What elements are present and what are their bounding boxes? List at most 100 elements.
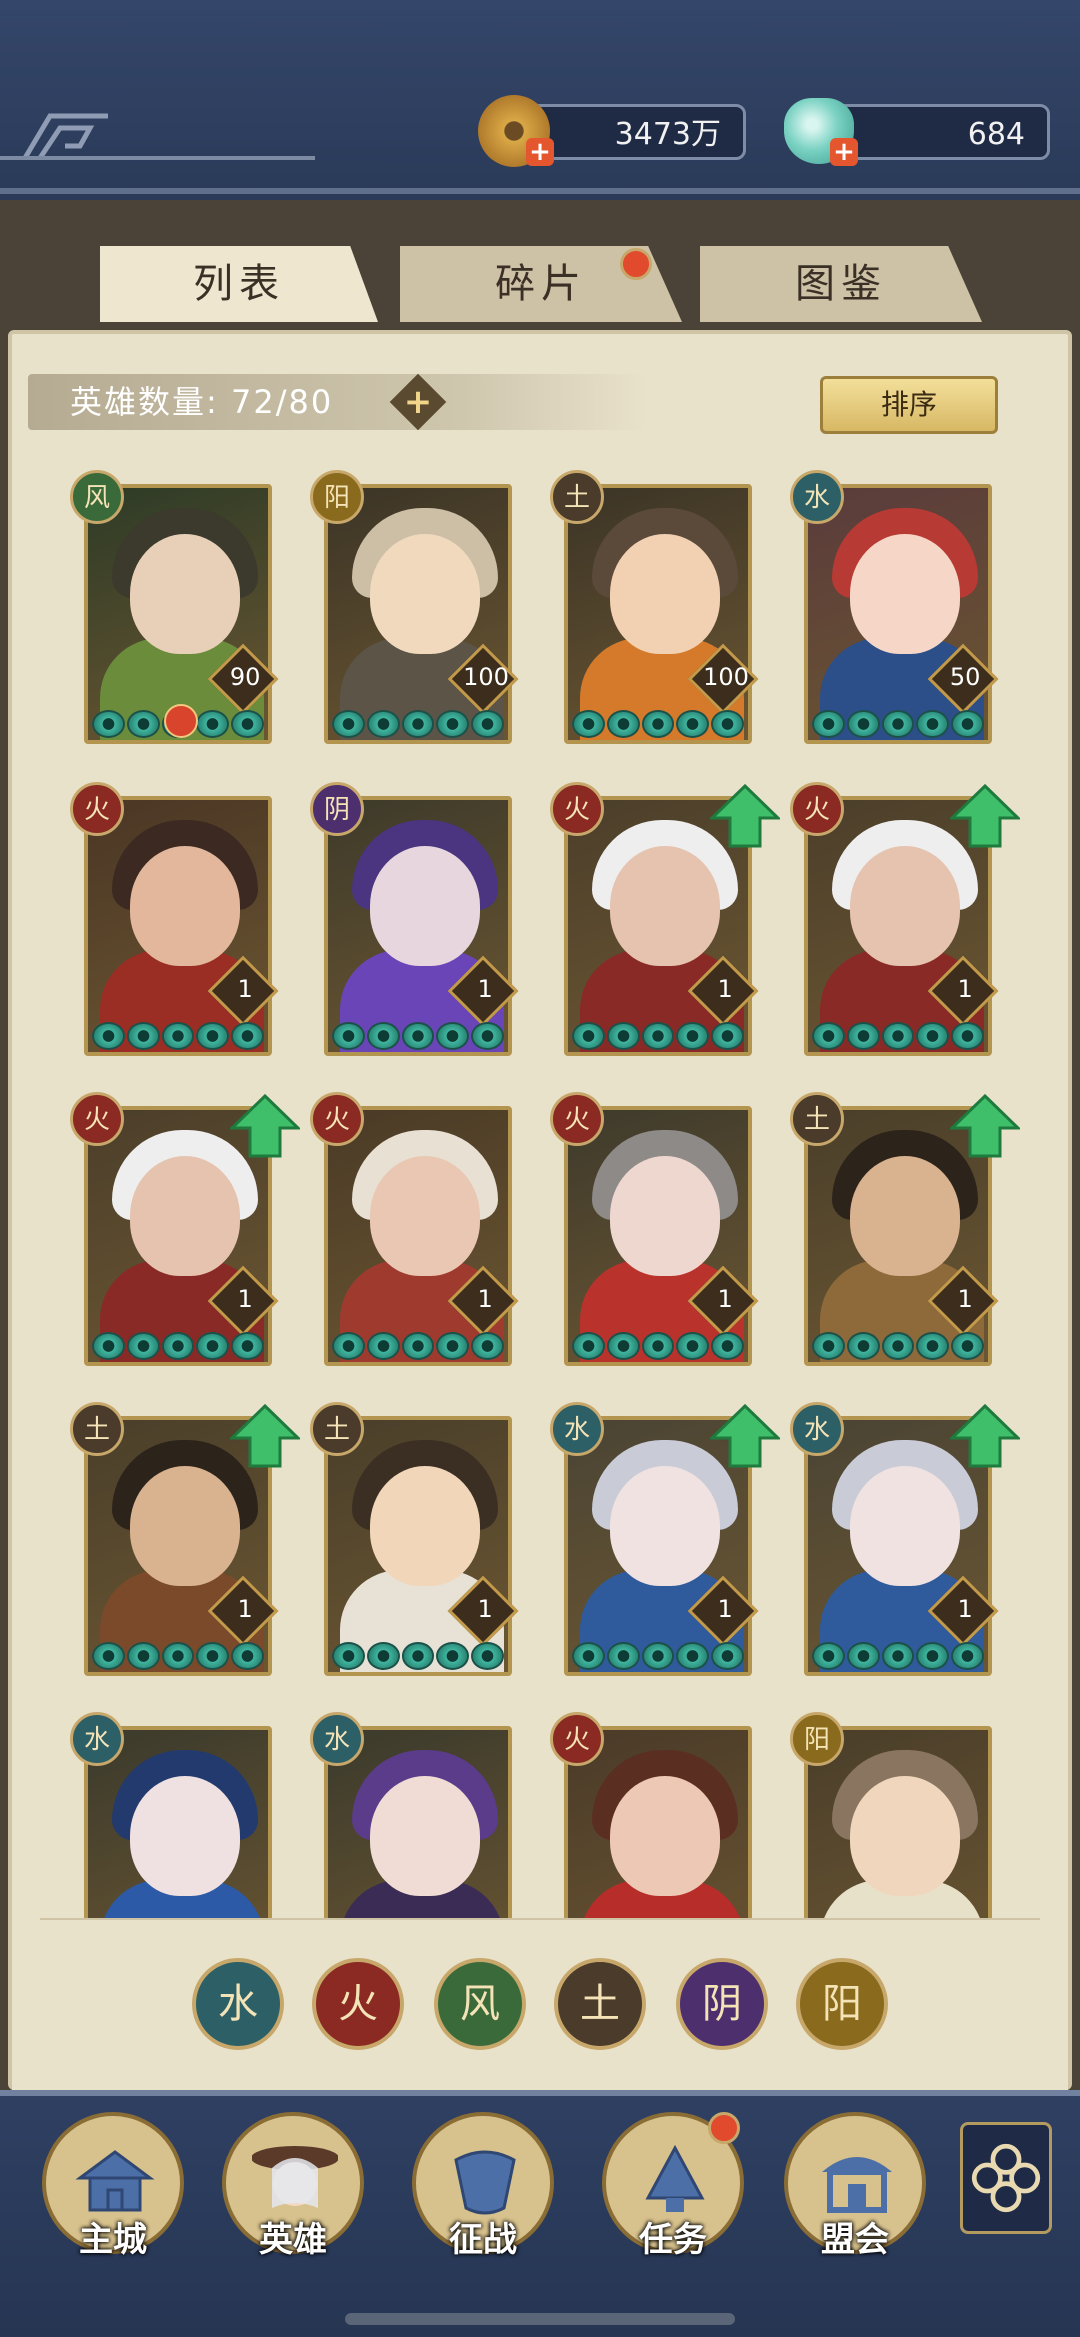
- jade-star-icon: [92, 1332, 125, 1360]
- element-badge: 火: [70, 782, 124, 836]
- upgrade-arrow-icon: [950, 1094, 1020, 1158]
- hero-face: [610, 534, 720, 654]
- tab-codex[interactable]: 图鉴: [700, 246, 982, 322]
- hero-card[interactable]: 水1: [550, 1402, 780, 1682]
- hero-face: [610, 1156, 720, 1276]
- upgrade-arrow-icon: [230, 1094, 300, 1158]
- element-badge: 水: [550, 1402, 604, 1456]
- hero-card[interactable]: 水1: [790, 1402, 1020, 1682]
- hero-card[interactable]: 火1: [550, 782, 780, 1062]
- jade-star-icon: [196, 1022, 230, 1050]
- jade-star-icon: [641, 1022, 675, 1050]
- hero-card[interactable]: 火1: [310, 1092, 519, 1372]
- jade-star-icon: [572, 1642, 605, 1670]
- filter-fire-element[interactable]: 火: [312, 1958, 404, 2050]
- jade-star-icon: [92, 710, 125, 738]
- hero-card[interactable]: 火1: [70, 782, 279, 1062]
- jade-star-icon: [711, 1332, 744, 1360]
- jade-star-icon: [812, 1642, 845, 1670]
- expand-capacity-button[interactable]: +: [389, 373, 447, 431]
- element-badge: 水: [310, 1712, 364, 1766]
- hero-face: [850, 1156, 960, 1276]
- hero-card[interactable]: 火1: [70, 1092, 300, 1372]
- hero-card[interactable]: 阴1: [310, 782, 519, 1062]
- add-coins-button[interactable]: +: [526, 138, 554, 166]
- hero-card[interactable]: 火1: [790, 782, 1020, 1062]
- element-badge: 阳: [310, 470, 364, 524]
- jade-star-icon: [332, 1642, 365, 1670]
- filter-yin-element[interactable]: 阴: [676, 1958, 768, 2050]
- hero-face: [850, 534, 960, 654]
- jade-star-icon: [92, 1022, 125, 1050]
- jade-star-icon: [231, 1022, 264, 1050]
- hero-card[interactable]: 火1: [550, 1092, 759, 1372]
- jade-star-icon: [951, 710, 984, 738]
- element-badge: 土: [70, 1402, 124, 1456]
- hero-face: [850, 1466, 960, 1586]
- jade-star-icon: [436, 1642, 470, 1670]
- jade-star-icon: [676, 710, 710, 738]
- jade-star-icon: [401, 710, 435, 738]
- element-badge: 阳: [790, 1712, 844, 1766]
- more-menu-button[interactable]: [960, 2122, 1052, 2234]
- hero-face: [370, 534, 480, 654]
- jade-star-icon: [951, 1642, 984, 1670]
- filter-water-element[interactable]: 水: [192, 1958, 284, 2050]
- equipped-seal-icon: [164, 704, 198, 738]
- filter-earth-element[interactable]: 土: [554, 1958, 646, 2050]
- jade-star-icon: [606, 1642, 640, 1670]
- jade-star-icon: [436, 1022, 470, 1050]
- hero-face: [610, 1776, 720, 1896]
- jade-star-icon: [436, 1332, 470, 1360]
- hero-card[interactable]: 土1: [310, 1402, 519, 1682]
- star-rank: [572, 710, 744, 740]
- hero-card[interactable]: 土1: [70, 1402, 300, 1682]
- jade-star-icon: [196, 710, 230, 738]
- jade-star-icon: [126, 710, 160, 738]
- star-rank: [332, 1642, 504, 1672]
- hero-card[interactable]: 土1: [790, 1092, 1020, 1372]
- star-rank: [572, 1332, 744, 1362]
- star-rank: [332, 1332, 504, 1362]
- hero-card[interactable]: 土 100: [550, 470, 759, 750]
- jade-star-icon: [92, 1642, 125, 1670]
- jade-star-icon: [161, 1332, 195, 1360]
- jade-star-icon: [676, 1642, 710, 1670]
- hero-card[interactable]: 水 50: [790, 470, 999, 750]
- nav-label-guild: 盟会: [821, 2220, 889, 2260]
- element-badge: 土: [550, 470, 604, 524]
- jade-star-icon: [231, 1332, 264, 1360]
- element-badge: 火: [790, 782, 844, 836]
- hero-face: [370, 1466, 480, 1586]
- element-badge: 火: [550, 782, 604, 836]
- add-gems-button[interactable]: +: [830, 138, 858, 166]
- star-rank: [332, 1022, 504, 1052]
- filter-yang-element[interactable]: 阳: [796, 1958, 888, 2050]
- jade-star-icon: [711, 1022, 744, 1050]
- star-rank: [572, 1022, 744, 1052]
- jade-star-icon: [572, 1332, 605, 1360]
- fragments-notification-dot: [620, 248, 652, 280]
- jade-star-icon: [161, 1022, 195, 1050]
- upgrade-arrow-icon: [230, 1404, 300, 1468]
- element-badge: 风: [70, 470, 124, 524]
- hero-face: [610, 846, 720, 966]
- filter-wind-element[interactable]: 风: [434, 1958, 526, 2050]
- flower-menu-icon: [971, 2143, 1041, 2213]
- jade-star-icon: [676, 1022, 710, 1050]
- jade-star-icon: [126, 1022, 160, 1050]
- hero-card[interactable]: 阳 100: [310, 470, 519, 750]
- tab-list[interactable]: 列表: [100, 246, 378, 322]
- hero-face: [130, 1156, 240, 1276]
- jade-star-icon: [366, 1332, 400, 1360]
- menu-glyph-icon[interactable]: [20, 108, 110, 162]
- jade-star-icon: [471, 1022, 504, 1050]
- jade-star-icon: [471, 710, 504, 738]
- nav-label-campaign: 征战: [449, 2220, 517, 2260]
- hero-card[interactable]: 风 90: [70, 470, 279, 750]
- jade-star-icon: [711, 710, 744, 738]
- sort-button[interactable]: 排序: [820, 376, 998, 434]
- jade-star-icon: [916, 1642, 950, 1670]
- element-badge: 火: [70, 1092, 124, 1146]
- upgrade-arrow-icon: [950, 784, 1020, 848]
